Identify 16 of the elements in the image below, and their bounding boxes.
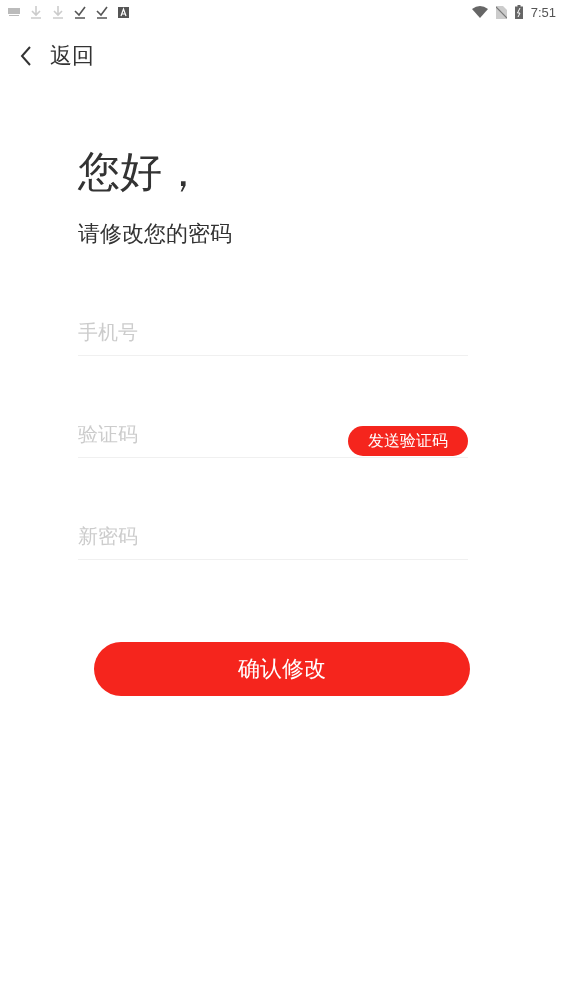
battery-icon bbox=[514, 5, 523, 19]
back-button[interactable]: 返回 bbox=[20, 41, 94, 71]
app-icon bbox=[118, 6, 129, 18]
send-code-button[interactable]: 发送验证码 bbox=[348, 426, 468, 456]
keyboard-icon bbox=[8, 8, 20, 16]
greeting: 您好， bbox=[78, 146, 205, 198]
download-icon bbox=[30, 5, 42, 19]
back-icon bbox=[20, 46, 32, 66]
check-icon bbox=[96, 5, 108, 19]
status-time: 7:51 bbox=[530, 4, 556, 20]
no-sim-icon bbox=[495, 5, 507, 19]
download-icon bbox=[52, 5, 64, 19]
subtitle: 请修改您的密码 bbox=[78, 220, 233, 248]
wifi-icon bbox=[471, 6, 488, 18]
check-icon bbox=[74, 5, 86, 19]
confirm-button[interactable]: 确认修改 bbox=[94, 642, 470, 696]
